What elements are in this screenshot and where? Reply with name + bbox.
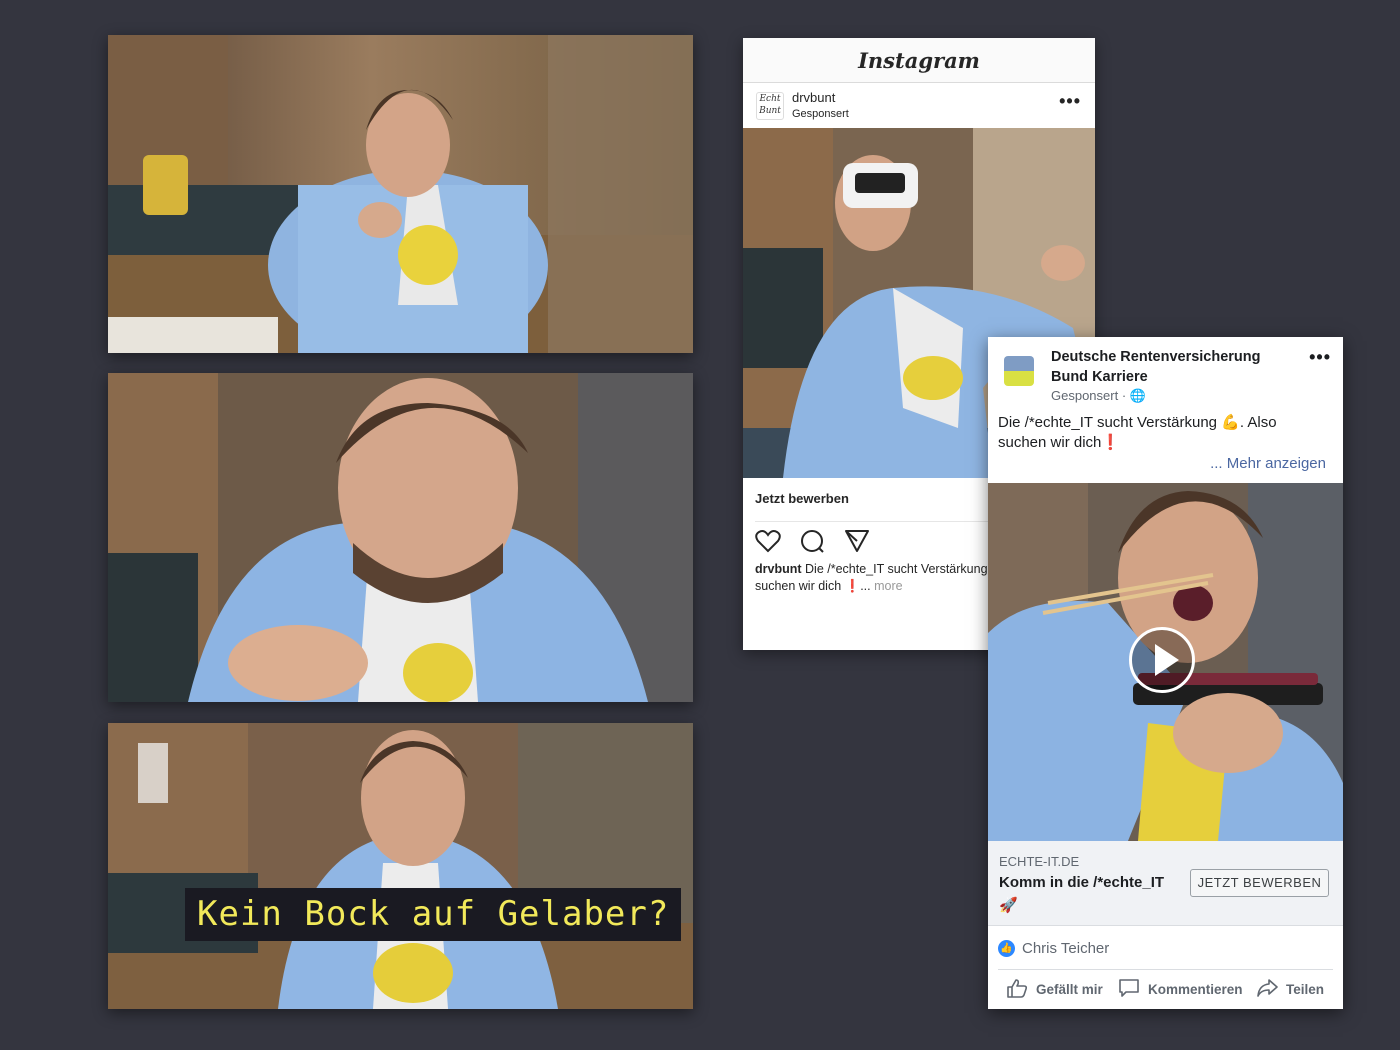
play-icon[interactable] — [1129, 627, 1195, 693]
like-button[interactable]: Gefällt mir — [1006, 974, 1103, 1004]
frame-photo — [108, 373, 693, 702]
share-icon — [1256, 978, 1278, 1001]
share-label: Teilen — [1286, 981, 1325, 997]
video-frame-1 — [108, 35, 693, 353]
sponsored-label: Gesponsert — [792, 108, 849, 120]
instagram-username[interactable]: drvbunt — [792, 90, 835, 105]
like-label: Gefällt mir — [1036, 981, 1103, 997]
comment-button[interactable]: Kommentieren — [1118, 974, 1243, 1004]
like-reaction-icon: 👍 — [998, 940, 1015, 957]
facebook-ad-card: Deutsche Rentenversicherung Bund Karrier… — [988, 337, 1343, 1009]
avatar[interactable]: Echt Bunt — [756, 92, 784, 120]
thumbs-up-icon — [1006, 978, 1028, 1001]
instagram-post-header: Echt Bunt drvbunt Gesponsert ••• — [743, 83, 1095, 129]
instagram-logo: Instagram — [858, 48, 980, 73]
send-icon[interactable] — [844, 529, 870, 558]
rocket-icon: 🚀 — [999, 897, 1018, 914]
heart-icon[interactable] — [755, 529, 781, 558]
share-button[interactable]: Teilen — [1256, 974, 1324, 1004]
page-name[interactable]: Deutsche Rentenversicherung Bund Karrier… — [1051, 347, 1291, 387]
apply-now-link[interactable]: Jetzt bewerben — [755, 491, 849, 506]
instagram-action-bar — [755, 529, 884, 557]
link-domain: ECHTE-IT.DE — [999, 854, 1080, 869]
more-options-icon[interactable]: ••• — [1309, 347, 1331, 368]
caption-username[interactable]: drvbunt — [755, 562, 802, 576]
video-subtitle: Kein Bock auf Gelaber? — [185, 888, 682, 941]
page-logo[interactable] — [1004, 356, 1034, 386]
caption-text: Die /*echte_IT sucht Verstärkung — [805, 562, 988, 576]
post-text: Die /*echte_IT sucht Verstärkung 💪. Also… — [998, 414, 1277, 451]
frame-photo — [108, 723, 693, 1009]
instagram-header: Instagram — [743, 38, 1095, 83]
frame-photo — [108, 35, 693, 353]
sponsored-label: Gesponsert · 🌐 — [1051, 388, 1146, 403]
video-frame-3: Kein Bock auf Gelaber? — [108, 723, 693, 1009]
comment-icon — [1118, 978, 1140, 1001]
divider — [998, 969, 1333, 970]
apply-now-button[interactable]: JETZT BEWERBEN — [1190, 869, 1329, 897]
reactor-name[interactable]: Chris Teicher — [1022, 940, 1109, 957]
comment-icon[interactable] — [799, 529, 825, 558]
caption-text-line2: suchen wir dich ❗... — [755, 579, 871, 593]
more-options-icon[interactable]: ••• — [1059, 91, 1081, 112]
link-preview[interactable]: ECHTE-IT.DE Komm in die /*echte_IT 🚀 JET… — [988, 841, 1343, 926]
link-headline[interactable]: Komm in die /*echte_IT — [999, 874, 1164, 891]
post-action-bar: Gefällt mir Kommentieren Teilen — [988, 974, 1343, 1004]
see-more-link[interactable]: ... Mehr anzeigen — [1210, 455, 1326, 472]
comment-label: Kommentieren — [1148, 981, 1243, 997]
video-frame-2 — [108, 373, 693, 702]
more-link[interactable]: more — [874, 579, 902, 593]
